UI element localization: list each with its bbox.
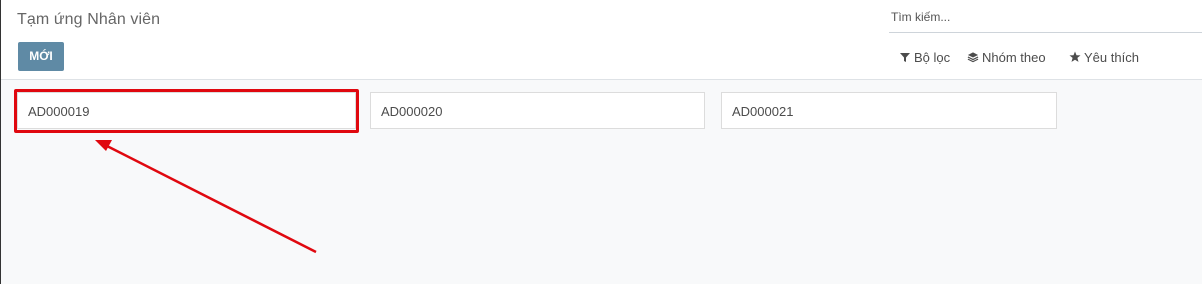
arrow-shaft [106, 144, 317, 254]
arrow-head [95, 140, 112, 151]
annotation-arrow [95, 140, 317, 254]
